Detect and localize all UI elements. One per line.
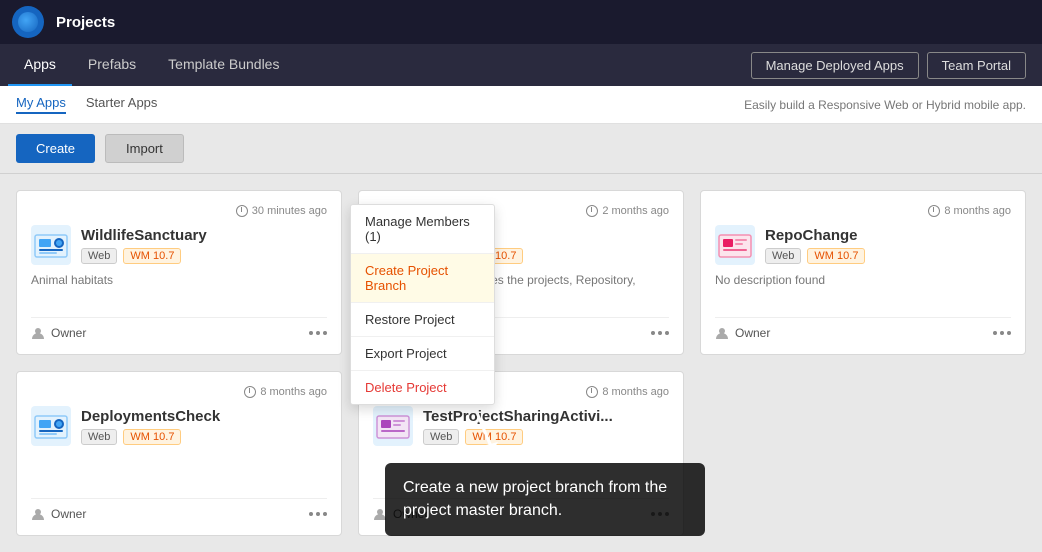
card-wildlife-meta: Web WM 10.7 xyxy=(81,248,207,264)
card-wildlife-owner: Owner xyxy=(31,326,86,340)
dropdown-create-branch[interactable]: Create Project Branch xyxy=(351,254,494,303)
card-deployments-owner: Owner xyxy=(31,507,86,521)
badge-wm-5: WM 10.7 xyxy=(465,429,523,445)
clock-icon xyxy=(236,205,248,217)
tab-prefabs[interactable]: Prefabs xyxy=(72,44,152,86)
clock-icon-3 xyxy=(928,205,940,217)
nav-tabs-right: Manage Deployed Apps Team Portal xyxy=(751,52,1034,79)
nav-tabs-left: Apps Prefabs Template Bundles xyxy=(8,44,295,86)
nav-tabs: Apps Prefabs Template Bundles Manage Dep… xyxy=(0,44,1042,86)
card-deployments: 8 months ago DeploymentsCheck Web WM 10.… xyxy=(16,371,342,536)
action-bar: Create Import xyxy=(0,124,1042,174)
badge-wm-4: WM 10.7 xyxy=(123,429,181,445)
card-testproject-title: TestProjectSharingActivi... xyxy=(423,408,613,425)
card-repochange-header: RepoChange Web WM 10.7 xyxy=(715,225,1011,265)
card-testproject-desc xyxy=(373,454,669,486)
card-wildlife-desc: Animal habitats xyxy=(31,273,327,305)
card-deployments-icon xyxy=(31,406,71,446)
logo-icon xyxy=(18,12,38,32)
card-deployments-header: DeploymentsCheck Web WM 10.7 xyxy=(31,406,327,446)
person-icon xyxy=(31,326,45,340)
tab-apps[interactable]: Apps xyxy=(8,44,72,86)
card-wildlife-header: WildlifeSanctuary Web WM 10.7 xyxy=(31,225,327,265)
card-deployments-dots[interactable] xyxy=(309,512,327,516)
card-deployments-desc xyxy=(31,454,327,486)
card-testproject-header: TestProjectSharingActivi... Web WM 10.7 xyxy=(373,406,669,446)
card-deployments-title: DeploymentsCheck xyxy=(81,408,220,425)
card-wildlife-dots[interactable] xyxy=(309,331,327,335)
team-portal-button[interactable]: Team Portal xyxy=(927,52,1026,79)
clock-icon-2 xyxy=(586,205,598,217)
page-title: Projects xyxy=(56,14,115,31)
badge-web: Web xyxy=(81,248,117,264)
card-deployments-meta: Web WM 10.7 xyxy=(81,429,220,445)
top-bar: Projects xyxy=(0,0,1042,44)
subnav-starter-apps[interactable]: Starter Apps xyxy=(86,95,158,114)
card-repochange-desc: No description found xyxy=(715,273,1011,305)
card-testproject-info: TestProjectSharingActivi... Web WM 10.7 xyxy=(423,408,613,445)
subnav-tagline: Easily build a Responsive Web or Hybrid … xyxy=(744,98,1026,112)
subnav-my-apps[interactable]: My Apps xyxy=(16,95,66,114)
card-wildlife-title: WildlifeSanctuary xyxy=(81,227,207,244)
card-deployments-time: 8 months ago xyxy=(31,386,327,398)
dropdown-delete-project[interactable]: Delete Project xyxy=(351,371,494,404)
card-repochange-icon xyxy=(715,225,755,265)
card-repochange-time: 8 months ago xyxy=(715,205,1011,217)
sub-nav-left: My Apps Starter Apps xyxy=(16,95,157,114)
manage-deployed-button[interactable]: Manage Deployed Apps xyxy=(751,52,919,79)
logo[interactable] xyxy=(12,6,44,38)
create-button[interactable]: Create xyxy=(16,134,95,163)
cards-area: 30 minutes ago WildlifeSanctuary Web WM … xyxy=(0,174,1042,552)
badge-wm: WM 10.7 xyxy=(123,248,181,264)
card-repochange: 8 months ago RepoChange Web WM 10.7 xyxy=(700,190,1026,355)
person-icon-3 xyxy=(715,326,729,340)
dropdown-restore-project[interactable]: Restore Project xyxy=(351,303,494,337)
card-repochange-title: RepoChange xyxy=(765,227,865,244)
dropdown-menu: Manage Members (1) Create Project Branch… xyxy=(350,204,495,405)
sub-nav: My Apps Starter Apps Easily build a Resp… xyxy=(0,86,1042,124)
card-repochange-meta: Web WM 10.7 xyxy=(765,248,865,264)
card-testproject-meta: Web WM 10.7 xyxy=(423,429,613,445)
card-repochange-dots[interactable] xyxy=(993,331,1011,335)
badge-web-3: Web xyxy=(765,248,801,264)
card-testproject-owner: Owner xyxy=(373,507,428,521)
card-deployments-info: DeploymentsCheck Web WM 10.7 xyxy=(81,408,220,445)
card-testproject-dots[interactable] xyxy=(651,512,669,516)
card-repochange-owner: Owner xyxy=(715,326,770,340)
card-testproject-icon xyxy=(373,406,413,446)
clock-icon-5 xyxy=(586,386,598,398)
card-wildlife-footer: Owner xyxy=(31,317,327,340)
person-icon-5 xyxy=(373,507,387,521)
card-deployments-footer: Owner xyxy=(31,498,327,521)
card-wildlife-icon xyxy=(31,225,71,265)
badge-wm-3: WM 10.7 xyxy=(807,248,865,264)
card-portal-dots[interactable] xyxy=(651,331,669,335)
tab-template-bundles[interactable]: Template Bundles xyxy=(152,44,295,86)
dropdown-manage-members[interactable]: Manage Members (1) xyxy=(351,205,494,254)
card-wildlife-info: WildlifeSanctuary Web WM 10.7 xyxy=(81,227,207,264)
clock-icon-4 xyxy=(244,386,256,398)
import-button[interactable]: Import xyxy=(105,134,184,163)
badge-web-4: Web xyxy=(81,429,117,445)
dropdown-export-project[interactable]: Export Project xyxy=(351,337,494,371)
card-wildlife: 30 minutes ago WildlifeSanctuary Web WM … xyxy=(16,190,342,355)
card-testproject-footer: Owner xyxy=(373,498,669,521)
card-repochange-info: RepoChange Web WM 10.7 xyxy=(765,227,865,264)
card-repochange-footer: Owner xyxy=(715,317,1011,340)
person-icon-4 xyxy=(31,507,45,521)
badge-web-5: Web xyxy=(423,429,459,445)
card-wildlife-time: 30 minutes ago xyxy=(31,205,327,217)
